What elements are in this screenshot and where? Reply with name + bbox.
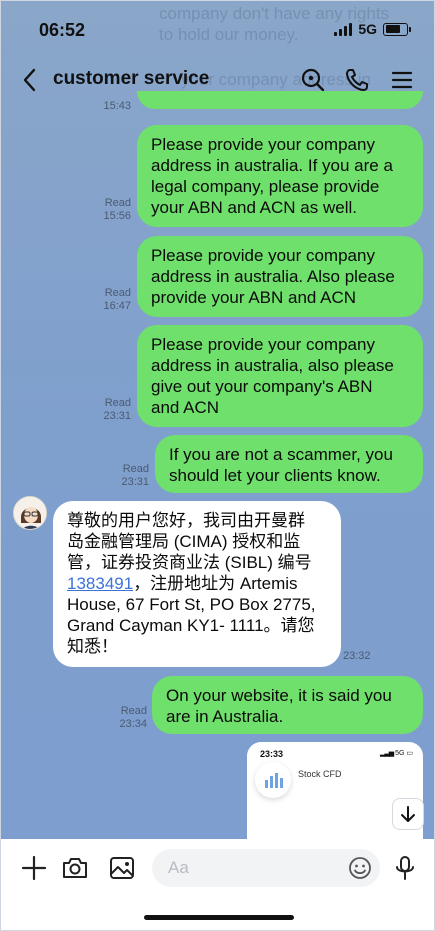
composer-bar [1, 839, 434, 899]
signal-icon [334, 22, 353, 36]
arrow-down-icon [401, 806, 415, 822]
chat-title[interactable]: customer service [53, 68, 209, 90]
agent-avatar-icon [14, 497, 46, 529]
shared-image-card[interactable]: 23:33 ▂▃▅ 5G ▭ Stock CFD [247, 742, 423, 852]
plus-icon[interactable] [20, 854, 48, 882]
message-receipt: Read 23:34 [119, 705, 147, 730]
message-receipt: Read 23:31 [103, 397, 131, 422]
network-label: 5G [358, 21, 377, 37]
stock-cfd-icon [255, 762, 291, 798]
message-bubble-outgoing[interactable]: On your website, it is said you are in A… [152, 676, 423, 734]
emoji-icon[interactable] [348, 856, 372, 880]
message-input-field[interactable] [152, 849, 380, 887]
microphone-icon[interactable] [391, 854, 419, 882]
card-time: 23:33 [260, 749, 284, 759]
home-indicator[interactable] [144, 915, 294, 920]
message-bubble-incoming[interactable]: 尊敬的用户您好，我司由开曼群 岛金融管理局 (CIMA) 授权和监 管，证券投资… [53, 501, 341, 667]
status-bar: 06:52 5G [1, 1, 434, 59]
message-receipt: Read 23:31 [121, 463, 149, 488]
message-time: 15:43 [103, 100, 131, 112]
message-receipt: Read 15:56 [103, 197, 131, 222]
status-time: 06:52 [39, 20, 86, 40]
message-bubble-previous[interactable] [137, 91, 423, 109]
battery-icon [383, 22, 411, 36]
chat-screen: company don't have any rights to hold ou… [0, 0, 435, 931]
registration-number-link[interactable]: 1383491 [67, 574, 133, 593]
message-bubble-outgoing[interactable]: If you are not a scammer, you should let… [155, 435, 423, 493]
search-icon[interactable] [300, 67, 326, 93]
camera-icon[interactable] [61, 854, 89, 882]
avatar[interactable] [13, 496, 47, 530]
message-bubble-outgoing[interactable]: Please provide your company address in a… [137, 125, 423, 227]
message-time: 23:32 [343, 650, 371, 662]
home-area [1, 899, 434, 930]
message-receipt: Read 16:47 [103, 287, 131, 312]
status-icons: 5G [334, 21, 411, 37]
card-status: ▂▃▅ 5G ▭ [379, 750, 413, 757]
message-bubble-outgoing[interactable]: Please provide your company address in a… [137, 236, 423, 317]
scroll-to-bottom-button[interactable] [392, 798, 424, 830]
image-icon[interactable] [108, 854, 136, 882]
menu-icon[interactable] [389, 67, 415, 93]
card-label: Stock CFD [298, 769, 342, 779]
phone-icon[interactable] [344, 67, 370, 93]
message-bubble-outgoing[interactable]: Please provide your company address in a… [137, 325, 423, 427]
message-input[interactable] [168, 858, 338, 878]
chevron-left-icon[interactable] [19, 67, 41, 93]
